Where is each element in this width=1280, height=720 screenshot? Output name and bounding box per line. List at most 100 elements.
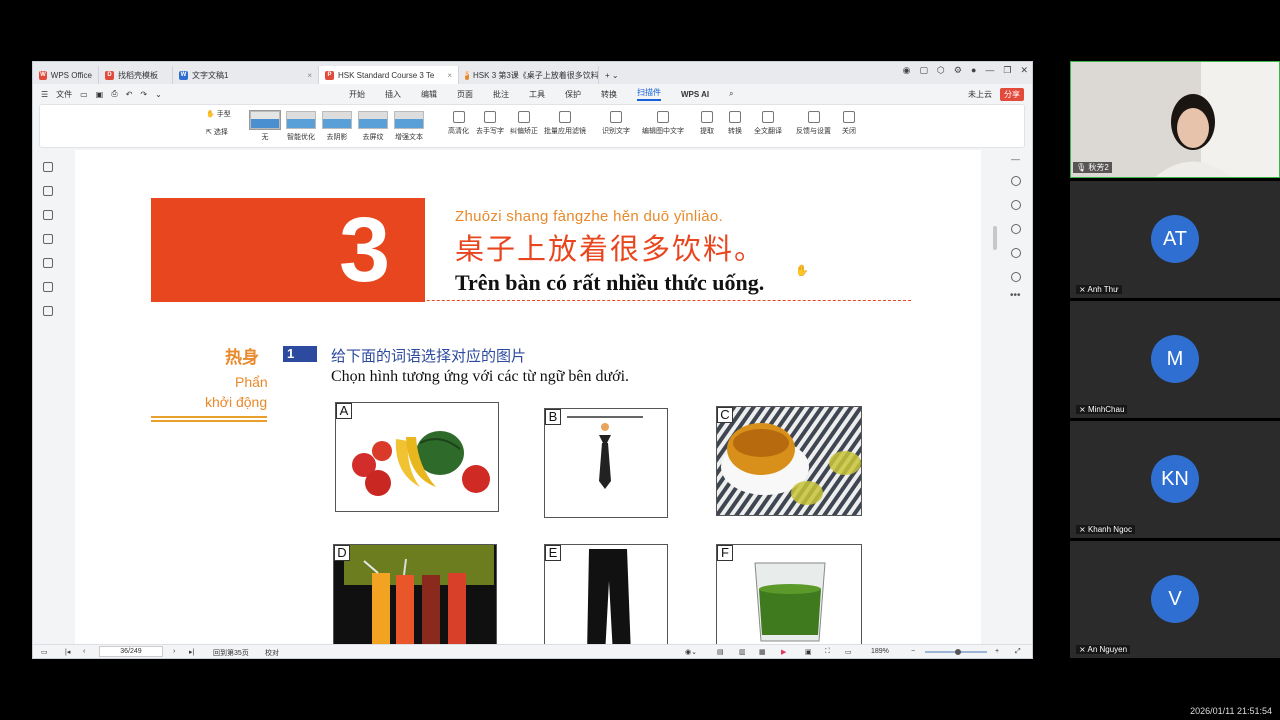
attachment-icon[interactable] bbox=[43, 258, 53, 268]
tab-hsk3-lesson3[interactable]: P HSK 3 第3课《桌子上放着很多饮料 bbox=[459, 66, 599, 84]
tab-template[interactable]: D 找稻壳模板 bbox=[99, 66, 173, 84]
translate-button[interactable]: 全文翻译 bbox=[754, 111, 782, 136]
thumbnail-icon[interactable] bbox=[43, 210, 53, 220]
convert-button[interactable]: 转换 bbox=[728, 111, 742, 136]
zoom-in-icon[interactable]: + bbox=[995, 648, 999, 655]
tab-comment[interactable]: 批注 bbox=[493, 89, 509, 100]
first-page-icon[interactable]: |◂ bbox=[65, 648, 70, 656]
hand-tool[interactable]: ✋ 手型 bbox=[206, 109, 231, 119]
zoom-level[interactable]: 189% bbox=[871, 648, 889, 655]
filter-moire[interactable]: 去屏纹 bbox=[358, 111, 388, 142]
layers-icon[interactable] bbox=[43, 306, 53, 316]
zoom-out-icon[interactable]: − bbox=[911, 648, 915, 655]
restore-icon[interactable]: ❐ bbox=[1003, 65, 1011, 76]
help-icon[interactable] bbox=[1011, 272, 1021, 282]
image-side-icon[interactable] bbox=[1011, 248, 1021, 258]
bookmark-icon[interactable] bbox=[43, 186, 53, 196]
close-scan-button[interactable]: 关闭 bbox=[842, 111, 856, 136]
participant-tile[interactable]: AT ⨯ Anh Thư bbox=[1070, 181, 1280, 298]
tab-wps-ai[interactable]: WPS AI bbox=[681, 90, 709, 99]
ocr-icon bbox=[610, 111, 622, 123]
menu-file[interactable]: 文件 bbox=[56, 89, 72, 100]
outline-icon[interactable] bbox=[43, 162, 53, 172]
edit-image-text-button[interactable]: 编辑图中文字 bbox=[642, 111, 684, 136]
sidebar-toggle-icon[interactable]: ▭ bbox=[41, 648, 48, 656]
new-tab-button[interactable]: + ⌄ bbox=[599, 66, 623, 84]
redo-icon[interactable]: ↷ bbox=[140, 90, 147, 99]
tab-convert[interactable]: 转换 bbox=[601, 89, 617, 100]
save-icon[interactable]: ▣ bbox=[96, 90, 104, 99]
minimize-icon[interactable]: — bbox=[985, 65, 994, 76]
single-page-icon[interactable]: ▥ bbox=[739, 648, 746, 656]
window-icon[interactable]: ▢ bbox=[919, 65, 928, 76]
filter-enhance[interactable]: 增强文本 bbox=[394, 111, 424, 142]
avatar[interactable]: ● bbox=[971, 65, 976, 76]
translate-side-icon[interactable] bbox=[1011, 200, 1021, 210]
comment-icon[interactable] bbox=[43, 234, 53, 244]
select-tool[interactable]: ⇱ 选择 bbox=[206, 127, 228, 137]
search-icon[interactable]: ⌕ bbox=[729, 89, 733, 99]
page-number-input[interactable]: 36/249 bbox=[99, 646, 163, 657]
filter-smart[interactable]: 智能优化 bbox=[286, 111, 316, 142]
zoom-slider-knob[interactable] bbox=[955, 649, 961, 655]
chevron-down-icon[interactable]: ⌄ bbox=[155, 90, 162, 99]
close-window-icon[interactable]: ✕ bbox=[1020, 65, 1028, 76]
folder-icon[interactable]: ▭ bbox=[80, 90, 88, 99]
filter-none[interactable]: 无 bbox=[249, 110, 281, 142]
search-icon[interactable] bbox=[1011, 176, 1021, 186]
view-mode-icon[interactable]: ▤ bbox=[717, 648, 724, 656]
tab-document1[interactable]: W 文字文稿1 × bbox=[173, 66, 319, 84]
zoom-slider[interactable] bbox=[925, 649, 987, 655]
close-icon[interactable]: × bbox=[447, 71, 452, 80]
box-icon[interactable]: ⬡ bbox=[937, 65, 945, 76]
scroll-thumb[interactable] bbox=[993, 226, 997, 250]
goto-page-link[interactable]: 回到第35页 bbox=[213, 648, 249, 658]
participant-tile[interactable]: KN ⨯ Khanh Ngoc bbox=[1070, 421, 1280, 538]
participant-tile[interactable]: M ⨯ MinhChau bbox=[1070, 301, 1280, 418]
reading-icon[interactable]: ▭ bbox=[845, 648, 852, 656]
next-page-icon[interactable]: › bbox=[173, 648, 175, 655]
prev-page-icon[interactable]: ‹ bbox=[83, 648, 85, 655]
settings-icon[interactable]: ⚙ bbox=[954, 65, 962, 76]
tab-scan[interactable]: 扫描件 bbox=[637, 87, 661, 101]
remove-handwriting-button[interactable]: 去手写字 bbox=[476, 111, 504, 136]
tab-hsk-standard[interactable]: P HSK Standard Course 3 Te × bbox=[319, 66, 459, 84]
signature-icon[interactable] bbox=[43, 282, 53, 292]
fit-window-icon[interactable]: ⤢ bbox=[1015, 648, 1021, 656]
last-page-icon[interactable]: ▸| bbox=[189, 648, 194, 656]
play-icon[interactable]: ▶ bbox=[781, 648, 786, 656]
adjust-icon[interactable] bbox=[1011, 224, 1021, 234]
tab-tools[interactable]: 工具 bbox=[529, 89, 545, 100]
account-icon[interactable]: ◉ bbox=[903, 65, 911, 76]
tab-edit[interactable]: 编辑 bbox=[421, 89, 437, 100]
batch-filter-button[interactable]: 批量应用滤镜 bbox=[544, 111, 586, 136]
tab-start[interactable]: 开始 bbox=[349, 89, 365, 100]
tab-protect[interactable]: 保护 bbox=[565, 89, 581, 100]
cloud-status[interactable]: 未上云 bbox=[968, 89, 992, 100]
ocr-button[interactable]: 识别文字 bbox=[602, 111, 630, 136]
deskew-button[interactable]: 纠偏矫正 bbox=[510, 111, 538, 136]
tab-wps-office[interactable]: W WPS Office bbox=[33, 66, 99, 84]
filter-shadow[interactable]: 去阴影 bbox=[322, 111, 352, 142]
more-icon[interactable]: ••• bbox=[1010, 290, 1021, 301]
print-icon[interactable]: ⎙ bbox=[111, 89, 117, 99]
collapse-icon[interactable]: — bbox=[1011, 154, 1020, 164]
tab-page[interactable]: 页面 bbox=[457, 89, 473, 100]
vertical-scrollbar[interactable] bbox=[991, 152, 999, 640]
extract-button[interactable]: 提取 bbox=[700, 111, 714, 136]
tab-insert[interactable]: 插入 bbox=[385, 89, 401, 100]
hamburger-icon[interactable]: ☰ bbox=[41, 90, 48, 99]
participant-tile-self[interactable]: 🎙 秋芳2 bbox=[1070, 61, 1280, 178]
double-page-icon[interactable]: ▦ bbox=[759, 648, 766, 656]
proofread-button[interactable]: 校对 bbox=[265, 648, 279, 658]
fullscreen-icon[interactable]: ⛶ bbox=[825, 648, 830, 656]
fit-icon[interactable]: ▣ bbox=[805, 648, 812, 656]
eye-icon[interactable]: ◉⌄ bbox=[685, 648, 697, 656]
undo-icon[interactable]: ↶ bbox=[126, 90, 133, 99]
close-icon[interactable]: × bbox=[307, 71, 312, 80]
window-controls: ◉ ▢ ⬡ ⚙ ● — ❐ ✕ bbox=[903, 65, 1028, 76]
feedback-settings-button[interactable]: 反馈与设置 bbox=[796, 111, 831, 136]
share-button[interactable]: 分享 bbox=[1000, 87, 1024, 101]
hd-button[interactable]: 高清化 bbox=[448, 111, 469, 136]
participant-tile[interactable]: V ⨯ An Nguyen bbox=[1070, 541, 1280, 658]
